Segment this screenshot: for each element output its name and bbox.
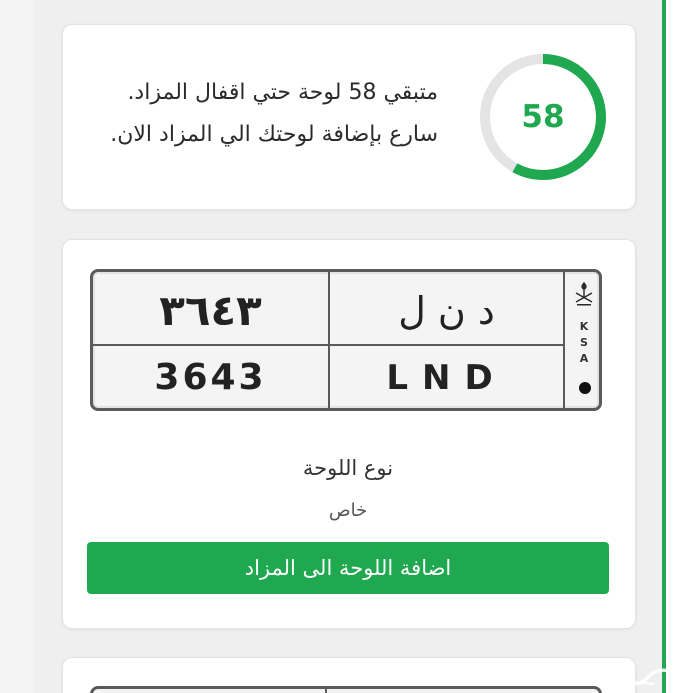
plate-dot: [579, 382, 591, 394]
plate-arabic-numbers: ٣٦٤٣: [159, 286, 262, 335]
plate-country-letter-k: K: [579, 320, 589, 333]
add-to-auction-button[interactable]: اضافة اللوحة الى المزاد: [87, 542, 609, 594]
plate-country-letter-a: A: [579, 352, 589, 365]
license-plate[interactable]: ٣٦٤٣ د ن ل 3643 LND K S A: [90, 269, 602, 411]
countdown-message-line2: سارع بإضافة لوحتك الي المزاد الان.: [110, 122, 438, 147]
plate-arabic-letters: د ن ل: [398, 289, 495, 333]
remaining-count: 58: [521, 99, 565, 135]
saudi-emblem-icon: [575, 282, 593, 306]
next-license-plate[interactable]: [90, 686, 602, 693]
plate-country-letter-s: S: [580, 336, 588, 349]
right-margin: [666, 0, 700, 693]
watermark-logo: [589, 667, 685, 686]
plate-type-value: خاص: [328, 500, 368, 521]
next-plate-divider: [325, 686, 327, 693]
page: 58 متبقي 58 لوحة حتي اقفال المزاد. سارع …: [0, 0, 700, 693]
plate-english-numbers: 3643: [154, 357, 267, 398]
plate-divider-country: [563, 272, 565, 408]
countdown-message-line1: متبقي 58 لوحة حتي اقفال المزاد.: [127, 80, 438, 105]
plate-type-label: نوع اللوحة: [302, 456, 394, 480]
plate-english-letters: LND: [386, 358, 507, 398]
